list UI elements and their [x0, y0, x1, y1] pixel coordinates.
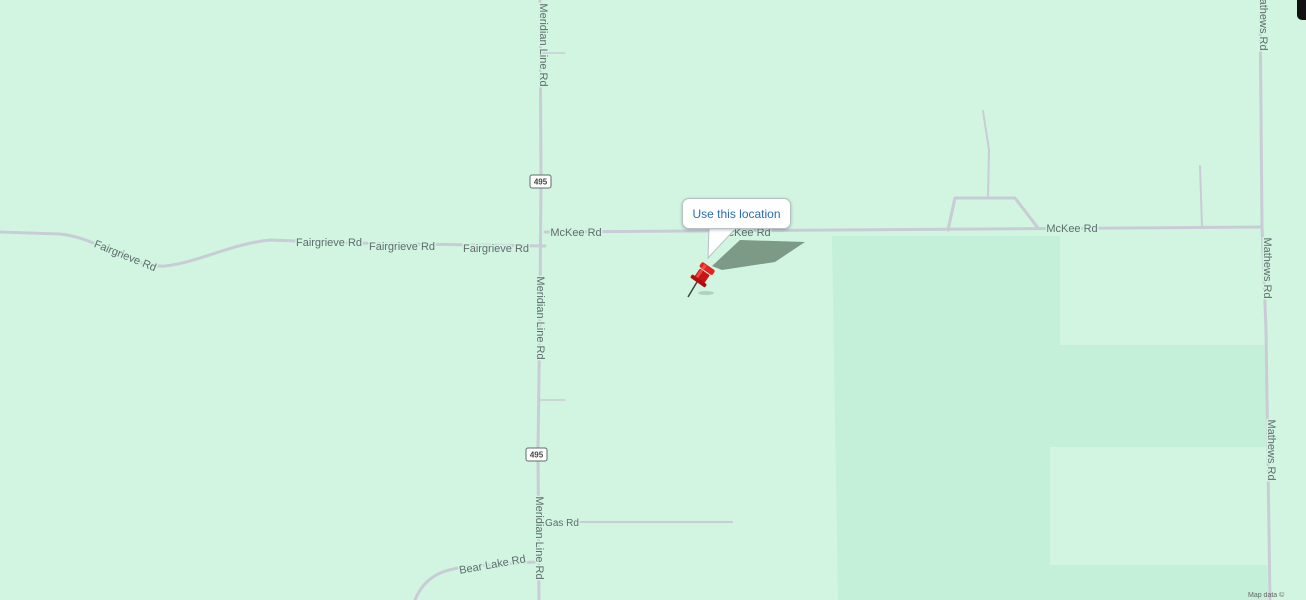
field-patch-light: [1050, 447, 1270, 565]
road-label-fairgrieve: Fairgrieve Rd: [369, 241, 435, 253]
use-location-callout[interactable]: Use this location: [682, 198, 791, 229]
route-495-shield-south: 495: [525, 447, 548, 462]
road-label-gas: Gas Rd: [545, 518, 579, 529]
road-label-fairgrieve: Fairgrieve Rd: [463, 243, 529, 255]
map-attribution: Map data ©: [1248, 592, 1285, 599]
route-495-shield: 495: [529, 174, 552, 189]
road-label-mckee: McKee Rd: [550, 227, 601, 239]
road-label-mathews: Mathews Rd: [1261, 237, 1273, 298]
road-label-mathews: Mathews Rd: [1265, 419, 1277, 480]
red-pushpin-icon[interactable]: [680, 260, 720, 300]
road-label-mathews: Mathews Rd: [1257, 0, 1269, 51]
route-495-label: 495: [534, 178, 548, 187]
road-label-meridian: Meridian Line Rd: [537, 3, 549, 86]
road-label-meridian: Meridian Line Rd: [534, 276, 546, 359]
corner-control[interactable]: [1297, 0, 1306, 20]
use-location-link[interactable]: Use this location: [692, 207, 780, 221]
map-canvas[interactable]: 495 495 Meridian Line Rd Meridian Line R…: [0, 0, 1306, 600]
road-label-fairgrieve: Fairgrieve Rd: [296, 237, 362, 249]
road-label-meridian: Meridian Line Rd: [533, 496, 545, 579]
callout-tail: [707, 228, 737, 260]
road-label-mckee: McKee Rd: [1046, 223, 1097, 235]
route-495-label: 495: [530, 451, 544, 460]
